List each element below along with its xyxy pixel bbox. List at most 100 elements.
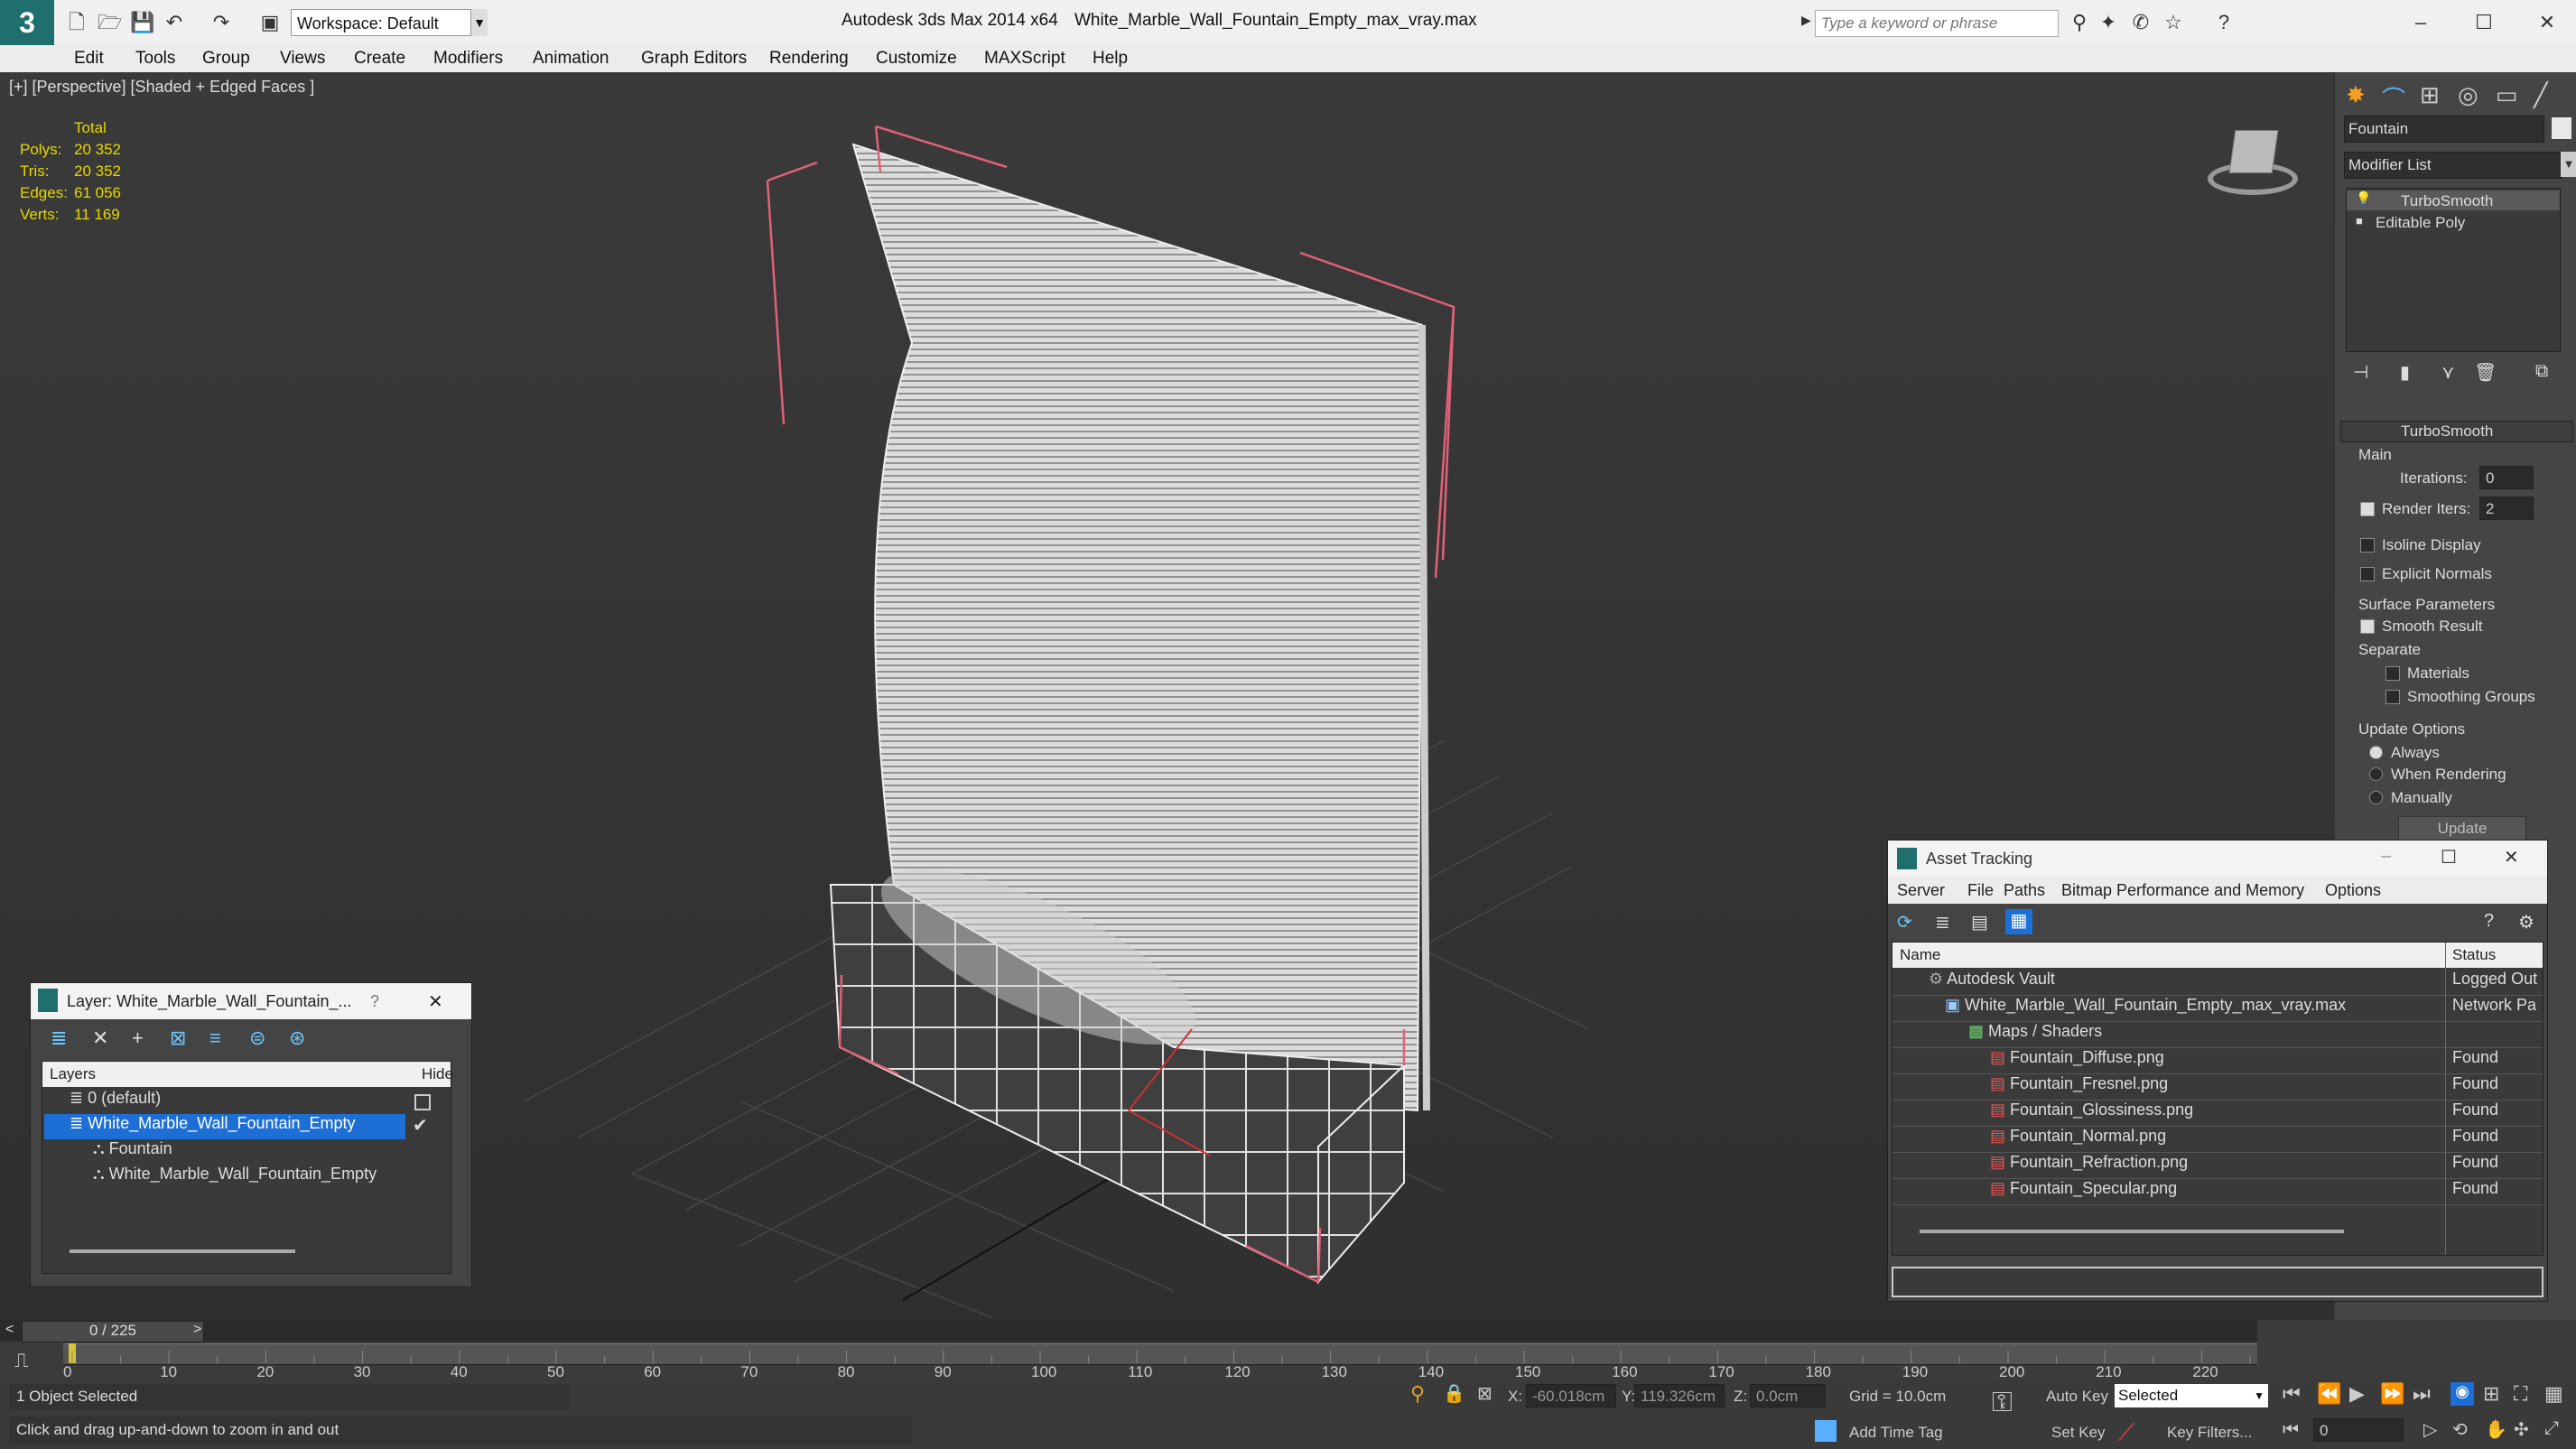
object-name-field[interactable]: Fountain (2344, 116, 2544, 143)
list-view-icon[interactable]: ≣ (1935, 911, 1950, 933)
when-rendering-radio[interactable] (2369, 767, 2383, 781)
time-tag-icon[interactable] (1815, 1420, 1837, 1442)
minimize-icon[interactable]: – (2409, 11, 2432, 34)
menu-views[interactable]: Views (280, 49, 325, 69)
hierarchy-tab-icon[interactable]: ⊞ (2420, 81, 2440, 109)
motion-tab-icon[interactable]: ◎ (2458, 81, 2478, 109)
stack-item-turbosmooth[interactable]: 💡 TurboSmooth (2347, 190, 2560, 210)
menu-rendering[interactable]: Rendering (769, 49, 849, 69)
layer-row-fountain[interactable]: ⛬ Fountain (50, 1139, 411, 1165)
zoom-all-icon[interactable]: ⊞ (2483, 1382, 2499, 1406)
isoline-display-checkbox[interactable] (2360, 538, 2375, 553)
open-file-icon[interactable]: 🗁 (98, 11, 122, 34)
maximize-icon[interactable]: ☐ (2472, 11, 2496, 34)
save-icon[interactable]: 💾 (130, 11, 154, 34)
stack-item-editable-poly[interactable]: ■ Editable Poly (2347, 212, 2560, 232)
smooth-result-checkbox[interactable] (2360, 619, 2375, 634)
pin-stack-icon[interactable]: ⊣ (2353, 361, 2368, 384)
smoothing-groups-checkbox[interactable] (2385, 690, 2400, 704)
configure-sets-icon[interactable]: ⧉ (2535, 361, 2548, 382)
favorites-icon[interactable]: ☆ (2162, 11, 2185, 34)
menu-group[interactable]: Group (202, 49, 250, 69)
asset-menu-file[interactable]: File (1967, 881, 1994, 900)
key-filters-button[interactable]: Key Filters... (2167, 1424, 2252, 1442)
search-arrow-icon[interactable]: ▶ (1801, 13, 1811, 28)
layer-row-fountain-empty-object[interactable]: ⛬ White_Marble_Wall_Fountain_Empty (50, 1165, 411, 1190)
object-color-swatch[interactable] (2552, 117, 2571, 139)
table-view-icon[interactable]: ▦ (2005, 909, 2032, 934)
name-column-header[interactable]: Name (1900, 946, 1940, 964)
time-configuration-icon[interactable]: ▷ (2423, 1418, 2437, 1441)
set-key-mode-icon[interactable]: ⚿ (1992, 1388, 2013, 1418)
layer-window-titlebar[interactable]: Layer: White_Marble_Wall_Fountain_... ? … (31, 983, 471, 1019)
selection-lock-icon[interactable]: 🔒 (1443, 1382, 1465, 1405)
orbit-subobject-icon[interactable]: ✣ (2514, 1418, 2529, 1441)
menu-customize[interactable]: Customize (876, 49, 957, 69)
hand-pan-icon[interactable]: ✋ (2485, 1418, 2507, 1441)
orbit-icon[interactable]: ⟲ (2452, 1418, 2468, 1441)
redo-icon[interactable]: ↷ (209, 11, 233, 34)
set-key-button[interactable]: Set Key (2051, 1424, 2106, 1442)
play-icon[interactable]: ▶ (2349, 1382, 2365, 1406)
layer-icon[interactable]: ≣ (51, 1026, 67, 1050)
key-icon[interactable]: ⟋ (2118, 1418, 2134, 1447)
go-to-end-icon[interactable]: ⏭ (2413, 1382, 2431, 1406)
modifier-list-dropdown[interactable]: Modifier List (2344, 152, 2562, 179)
delete-layer-icon[interactable]: ✕ (92, 1026, 108, 1050)
auto-key-button[interactable]: Auto Key (2046, 1388, 2108, 1406)
show-end-result-icon[interactable]: ▮ (2400, 361, 2410, 384)
workspace-dropdown[interactable]: Workspace: Default (291, 9, 471, 36)
status-column-header[interactable]: Status (2452, 946, 2496, 964)
z-coordinate-field[interactable]: 0.0cm (1750, 1384, 1826, 1407)
modifier-list-arrow[interactable]: ▼ (2561, 152, 2576, 177)
asset-close-icon[interactable]: ✕ (2504, 846, 2519, 868)
prev-frame-arrow-icon[interactable]: < (5, 1322, 14, 1338)
refresh-icon[interactable]: ⟳ (1897, 911, 1912, 933)
next-frame-arrow-icon[interactable]: > (193, 1322, 201, 1338)
render-iters-checkbox[interactable] (2360, 502, 2375, 516)
time-slider[interactable]: < 0 / 225 > (0, 1320, 2257, 1342)
binoculars-icon[interactable]: ⚲ (2068, 11, 2091, 34)
isolate-icon[interactable]: ⚲ (1410, 1382, 1425, 1406)
workspace-dropdown-arrow[interactable]: ▼ (471, 9, 488, 36)
create-tab-icon[interactable]: ✸ (2346, 81, 2366, 109)
expand-icon[interactable]: ■ (2356, 214, 2363, 228)
menu-help[interactable]: Help (1093, 49, 1128, 69)
key-selection-dropdown[interactable]: Selected ▼ (2115, 1384, 2268, 1407)
utilities-tab-icon[interactable]: ╱ (2534, 81, 2548, 109)
communication-icon[interactable]: ✆ (2129, 11, 2153, 34)
help-icon[interactable]: ? (2212, 11, 2236, 34)
remove-modifier-icon[interactable]: 🗑 (2474, 361, 2497, 384)
asset-options-icon[interactable]: ⚙ (2518, 911, 2534, 933)
freeze-all-layers-icon[interactable]: ⊛ (289, 1026, 305, 1050)
asset-path-field[interactable] (1892, 1267, 2543, 1297)
layers-column-header[interactable]: Layers (50, 1065, 96, 1083)
layer-row-default[interactable]: ≣ 0 (default) (50, 1089, 438, 1114)
asset-minimize-icon[interactable]: – (2381, 846, 2391, 867)
asset-menu-bitmap[interactable]: Bitmap Performance and Memory (2061, 881, 2304, 900)
highlight-layer-icon[interactable]: ≡ (209, 1026, 221, 1050)
viewcube[interactable] (2203, 117, 2302, 208)
y-coordinate-field[interactable]: 119.326cm (1634, 1384, 1725, 1407)
asset-horizontal-scrollbar[interactable] (1920, 1230, 2344, 1233)
make-unique-icon[interactable]: ⋎ (2441, 361, 2455, 384)
details-view-icon[interactable]: ▤ (1971, 911, 1988, 933)
x-coordinate-field[interactable]: -60.018cm (1526, 1384, 1616, 1407)
asset-menu-paths[interactable]: Paths (2004, 881, 2045, 900)
iterations-spinner[interactable]: 0 (2479, 466, 2534, 489)
close-icon[interactable]: ✕ (2535, 11, 2559, 34)
time-slider-thumb[interactable]: 0 / 225 (22, 1321, 204, 1342)
menu-maxscript[interactable]: MAXScript (984, 49, 1065, 69)
layer-horizontal-scrollbar[interactable] (70, 1249, 295, 1253)
render-iters-spinner[interactable]: 2 (2479, 497, 2534, 520)
pan-view-icon[interactable]: ▦ (2544, 1382, 2563, 1406)
previous-frame-icon[interactable]: ⏪ (2317, 1382, 2341, 1406)
search-input[interactable] (1815, 10, 2059, 37)
app-logo[interactable]: 3 (0, 0, 54, 45)
absolute-mode-icon[interactable]: ⊠ (1477, 1382, 1493, 1405)
always-radio[interactable] (2369, 746, 2383, 759)
asset-menu-server[interactable]: Server (1897, 881, 1945, 900)
layer-window-close-icon[interactable]: ✕ (428, 990, 443, 1013)
rollout-header[interactable]: TurboSmooth (2340, 421, 2573, 442)
menu-graph-editors[interactable]: Graph Editors (641, 49, 747, 69)
